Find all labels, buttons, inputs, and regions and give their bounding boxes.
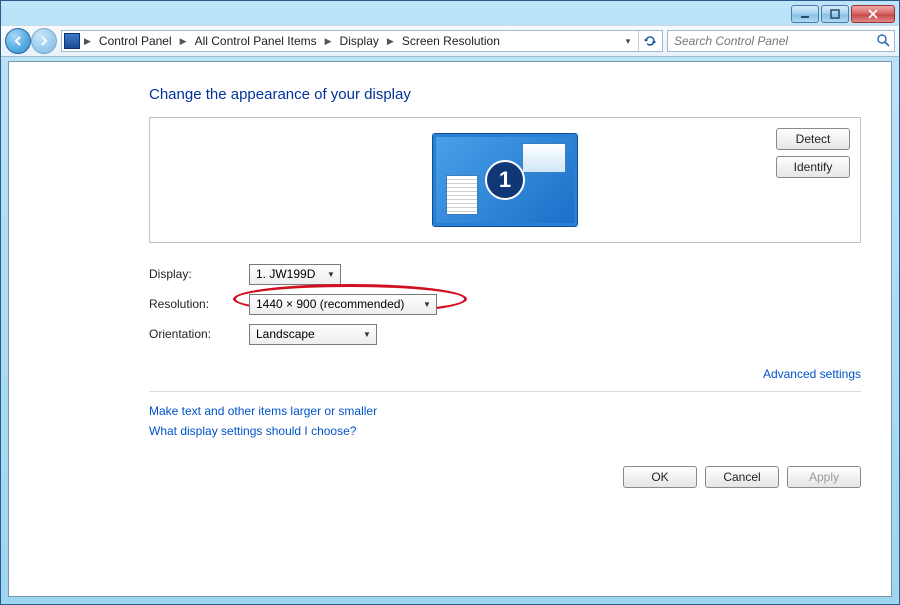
resolution-dropdown[interactable]: 1440 × 900 (recommended) ▼ [249,294,437,315]
close-button[interactable] [851,5,895,23]
minimize-button[interactable] [791,5,819,23]
identify-button[interactable]: Identify [776,156,850,178]
breadcrumb-item[interactable]: Control Panel [95,32,176,50]
monitor-preview[interactable]: 1 [433,134,577,226]
client-area: Change the appearance of your display 1 … [8,61,892,597]
display-label: Display: [149,267,249,281]
chevron-right-icon: ▶ [385,36,396,47]
help-links: Make text and other items larger or smal… [149,404,861,438]
monitor-number-badge: 1 [485,160,525,200]
navigation-bar: ▶ Control Panel ▶ All Control Panel Item… [1,25,899,57]
chevron-right-icon: ▶ [323,36,334,47]
breadcrumb-item[interactable]: All Control Panel Items [191,32,321,50]
advanced-settings-link[interactable]: Advanced settings [149,367,861,381]
help-choose-link[interactable]: What display settings should I choose? [149,424,861,438]
forward-button[interactable] [31,28,57,54]
dialog-buttons: OK Cancel Apply [149,466,861,488]
display-dropdown[interactable]: 1. JW199D ▼ [249,264,341,285]
nav-arrows [5,28,57,54]
control-panel-icon [64,33,80,49]
address-dropdown-icon[interactable]: ▾ [620,36,636,47]
chevron-down-icon: ▼ [360,327,374,342]
settings-form: Display: 1. JW199D ▼ Resolution: 1440 × … [149,259,861,349]
maximize-button[interactable] [821,5,849,23]
apply-button[interactable]: Apply [787,466,861,488]
page-title: Change the appearance of your display [149,86,861,103]
chevron-down-icon: ▼ [420,297,434,312]
breadcrumb-item[interactable]: Screen Resolution [398,32,504,50]
ok-button[interactable]: OK [623,466,697,488]
breadcrumb-item[interactable]: Display [336,32,383,50]
search-input[interactable] [672,33,890,49]
cancel-button[interactable]: Cancel [705,466,779,488]
resolution-value: 1440 × 900 (recommended) [256,297,404,311]
search-box[interactable] [667,30,895,52]
text-size-link[interactable]: Make text and other items larger or smal… [149,404,861,418]
orientation-label: Orientation: [149,327,249,341]
display-preview-box: 1 Detect Identify [149,117,861,243]
address-bar[interactable]: ▶ Control Panel ▶ All Control Panel Item… [61,30,663,52]
display-value: 1. JW199D [256,267,315,281]
separator [149,391,861,392]
title-bar [1,1,899,25]
chevron-right-icon: ▶ [82,36,93,47]
search-icon [876,33,890,50]
orientation-dropdown[interactable]: Landscape ▼ [249,324,377,345]
chevron-right-icon: ▶ [178,36,189,47]
orientation-value: Landscape [256,327,315,341]
back-button[interactable] [5,28,31,54]
refresh-button[interactable] [638,30,660,52]
chevron-down-icon: ▼ [324,267,338,282]
resolution-label: Resolution: [149,297,249,311]
detect-button[interactable]: Detect [776,128,850,150]
window-controls [791,5,895,23]
